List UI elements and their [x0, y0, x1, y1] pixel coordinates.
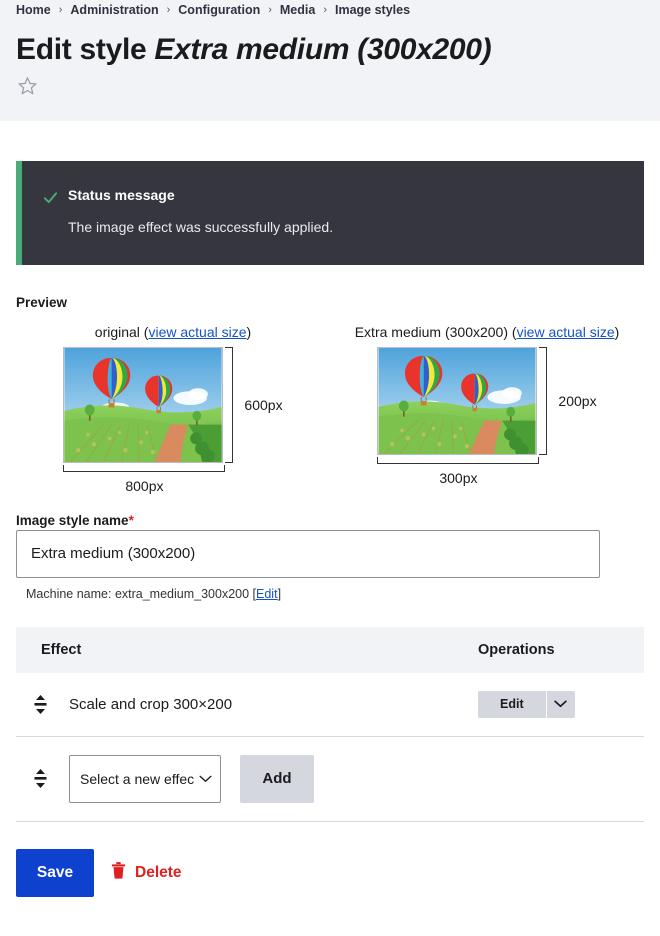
- image-style-name-label: Image style name*: [16, 513, 134, 528]
- breadcrumb-separator-icon: ›: [166, 3, 171, 16]
- effects-table-section: Effect Operations Scale and crop 300×200…: [0, 601, 660, 737]
- preview-derived-height-bracket: [539, 346, 549, 455]
- chevron-down-icon: [554, 700, 567, 708]
- preview-original-height-label: 600px: [244, 396, 283, 413]
- machine-name-value: extra_medium_300x200: [114, 586, 250, 601]
- preview-grid: original (view actual size) 600px 800px …: [16, 322, 644, 494]
- preview-derived-caption: Extra medium (300x200) (view actual size…: [330, 322, 644, 342]
- trash-icon: [111, 861, 126, 884]
- breadcrumb-separator-icon: ›: [323, 3, 327, 16]
- preview-original-width-bracket: [63, 464, 226, 474]
- preview-derived-thumbnail: [377, 346, 538, 455]
- image-style-name-label-text: Image style name: [16, 512, 129, 528]
- page-header: Home › Administration › Configuration › …: [0, 0, 660, 121]
- preview-derived-width-label: 300px: [439, 469, 478, 486]
- effects-table-head: Effect Operations: [16, 626, 644, 673]
- status-message-wrapper: Status message The image effect was succ…: [0, 121, 660, 265]
- preview-derived-height-label: 200px: [558, 392, 597, 409]
- preview-original-caption: original (view actual size): [16, 322, 330, 342]
- breadcrumb-separator-icon: ›: [58, 3, 63, 16]
- machine-name-bracket-close: ]: [277, 586, 282, 601]
- preview-original-image-block: 600px 800px: [63, 346, 283, 494]
- breadcrumb-item-configuration[interactable]: Configuration: [178, 3, 260, 17]
- operations-split-button: Edit: [478, 690, 575, 718]
- status-message: Status message The image effect was succ…: [16, 160, 644, 265]
- column-header-effect: Effect: [16, 626, 464, 673]
- status-message-title: Status message: [68, 186, 175, 203]
- new-effect-select[interactable]: Select a new effect: [69, 754, 221, 803]
- new-effect-select-wrapper: Select a new effect: [69, 754, 221, 803]
- view-actual-size-link-derived[interactable]: view actual size: [517, 324, 615, 340]
- page-title-prefix: Edit style: [16, 33, 155, 66]
- breadcrumb-item-media[interactable]: Media: [280, 3, 315, 17]
- operations-dropdown-toggle[interactable]: [547, 691, 575, 718]
- star-outline-icon[interactable]: [16, 75, 644, 102]
- preview-derived: Extra medium (300x200) (view actual size…: [330, 322, 644, 494]
- breadcrumb: Home › Administration › Configuration › …: [16, 0, 644, 19]
- preview-original-caption-suffix: ): [246, 323, 252, 340]
- check-icon: [42, 187, 68, 235]
- required-marker: *: [128, 512, 134, 528]
- effect-name-cell: Scale and crop 300×200: [16, 672, 464, 737]
- machine-name-prefix: Machine name:: [26, 586, 115, 601]
- machine-name-bracket-open: [: [249, 586, 257, 601]
- preview-original-height-bracket: [225, 346, 235, 463]
- effects-table: Effect Operations Scale and crop 300×200…: [16, 626, 644, 737]
- page-title-style-name: Extra medium (300x200): [154, 33, 492, 66]
- add-effect-button[interactable]: Add: [240, 754, 314, 803]
- add-effect-row: Select a new effect Add: [16, 737, 644, 822]
- effect-operations-cell: Edit: [464, 672, 644, 737]
- preview-derived-caption-suffix: ): [614, 323, 620, 340]
- breadcrumb-item-home[interactable]: Home: [16, 3, 51, 17]
- preview-original-thumbnail: [63, 346, 224, 463]
- breadcrumb-separator-icon: ›: [268, 3, 272, 16]
- page-title: Edit style Extra medium (300x200): [16, 33, 644, 68]
- effects-table-body: Scale and crop 300×200 Edit: [16, 672, 644, 737]
- table-row: Scale and crop 300×200 Edit: [16, 672, 644, 737]
- bookmark-row: [16, 75, 644, 99]
- breadcrumb-item-administration[interactable]: Administration: [70, 3, 158, 17]
- drag-vertical-icon[interactable]: [30, 694, 50, 714]
- image-style-name-field-group: Image style name* Machine name: extra_me…: [0, 494, 660, 601]
- machine-name-edit-link[interactable]: Edit: [256, 587, 278, 601]
- preview-section: Preview original (view actual size) 600p…: [0, 265, 660, 494]
- machine-name-row: Machine name: extra_medium_300x200 [Edit…: [16, 587, 644, 601]
- view-actual-size-link-original[interactable]: view actual size: [148, 324, 246, 340]
- preview-derived-image-block: 200px 300px: [377, 346, 597, 486]
- column-header-operations: Operations: [464, 626, 644, 673]
- preview-derived-width-bracket: [377, 456, 540, 466]
- delete-button[interactable]: Delete: [111, 861, 182, 884]
- delete-button-label: Delete: [135, 863, 182, 881]
- effects-table-header-row: Effect Operations: [16, 626, 644, 673]
- breadcrumb-item-image-styles[interactable]: Image styles: [335, 3, 410, 17]
- preview-original-width-label: 800px: [125, 477, 164, 494]
- effect-name-label: Scale and crop 300×200: [69, 695, 233, 713]
- preview-label: Preview: [16, 294, 68, 310]
- drag-vertical-icon[interactable]: [30, 769, 50, 789]
- add-effect-section: Select a new effect Add: [0, 737, 660, 822]
- form-actions: Save Delete: [0, 822, 660, 897]
- preview-derived-caption-prefix: Extra medium (300x200) (: [354, 323, 517, 340]
- status-message-text: The image effect was successfully applie…: [68, 218, 334, 235]
- preview-original-caption-prefix: original (: [94, 323, 149, 340]
- status-message-body: Status message The image effect was succ…: [68, 187, 624, 235]
- save-button[interactable]: Save: [16, 848, 94, 897]
- preview-original: original (view actual size) 600px 800px: [16, 322, 330, 494]
- edit-effect-button[interactable]: Edit: [478, 691, 546, 718]
- image-style-name-input[interactable]: [16, 529, 600, 578]
